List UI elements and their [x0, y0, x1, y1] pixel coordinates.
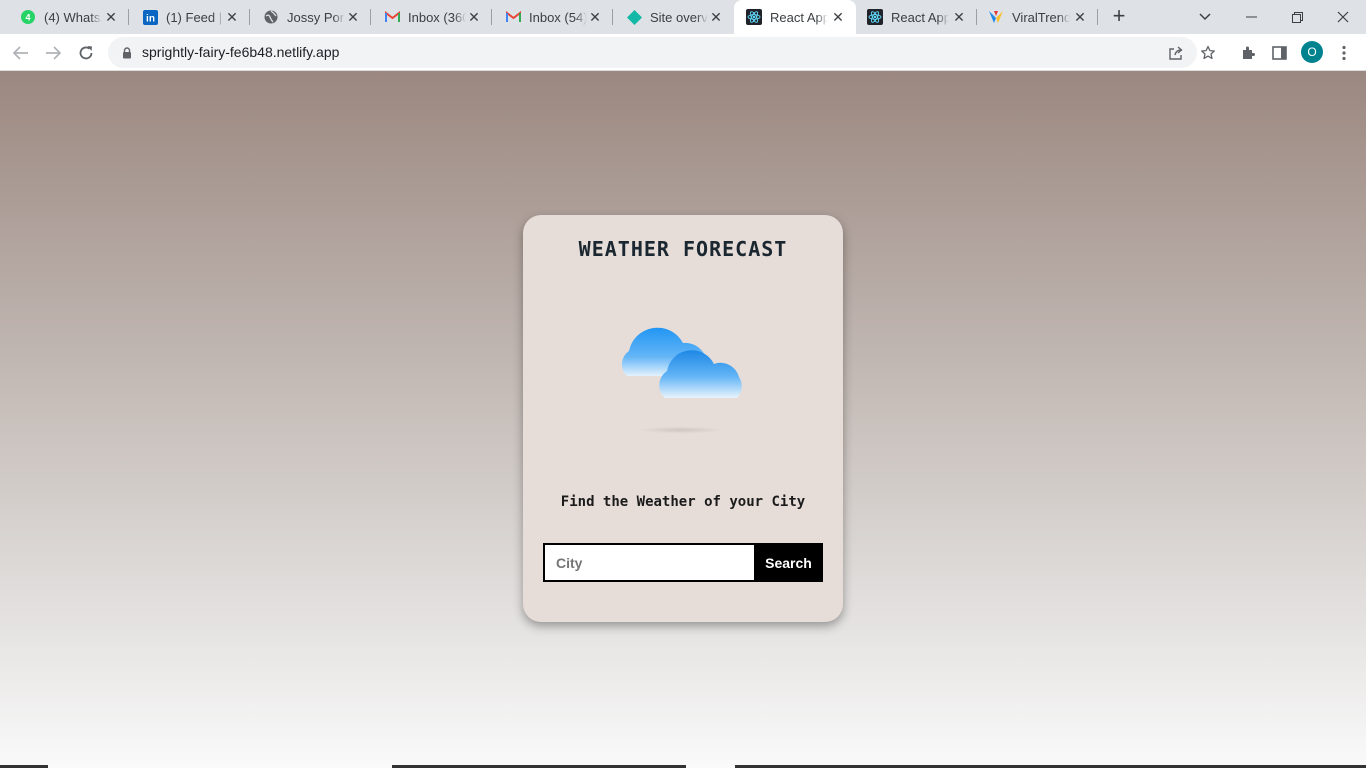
lock-icon[interactable]	[122, 46, 132, 64]
new-tab-button[interactable]: +	[1108, 5, 1130, 28]
close-tab-icon[interactable]: ✕	[466, 9, 482, 25]
address-bar[interactable]: sprightly-fairy-fe6b48.netlify.app	[108, 37, 1197, 68]
tab-inbox-1[interactable]: Inbox (360) ✕	[371, 0, 492, 34]
reload-button[interactable]	[73, 40, 99, 66]
city-input[interactable]	[543, 543, 754, 582]
tab-site-overview[interactable]: Site overview ✕	[613, 0, 734, 34]
forward-button[interactable]	[40, 40, 66, 66]
close-tab-icon[interactable]: ✕	[345, 9, 361, 25]
close-tab-icon[interactable]: ✕	[708, 9, 724, 25]
react-icon	[746, 9, 762, 25]
react-icon	[867, 9, 883, 25]
tab-linkedin[interactable]: in (1) Feed | LinkedIn ✕	[129, 0, 250, 34]
close-tab-icon[interactable]: ✕	[103, 9, 119, 25]
close-tab-icon[interactable]: ✕	[224, 9, 240, 25]
tab-inbox-2[interactable]: Inbox (54) ✕	[492, 0, 613, 34]
tab-title: Site overview	[650, 9, 708, 25]
gmail-icon	[505, 9, 521, 25]
tab-title: (1) Feed | LinkedIn	[166, 9, 224, 25]
tab-title: Jossy Portfolio	[287, 9, 345, 25]
whatsapp-icon: 4	[20, 9, 36, 25]
svg-text:in: in	[146, 13, 155, 24]
tab-title: Inbox (360)	[408, 9, 466, 25]
tab-title: Inbox (54)	[529, 9, 587, 25]
viraltrend-icon	[988, 9, 1004, 25]
tab-strip: 4 (4) WhatsApp ✕ in (1) Feed | LinkedIn …	[0, 0, 1366, 34]
profile-avatar[interactable]: O	[1301, 41, 1323, 63]
close-tab-icon[interactable]: ✕	[830, 9, 846, 25]
tab-react-app-active[interactable]: React App ✕	[734, 0, 856, 34]
app-title: WEATHER FORECAST	[578, 237, 788, 261]
linkedin-icon: in	[142, 9, 158, 25]
tab-viraltrend[interactable]: ViralTrend ✕	[977, 0, 1098, 34]
page-background: WEATHER FORECAST Find the Weather of you…	[0, 71, 1366, 768]
bookmark-star-icon[interactable]	[1197, 42, 1219, 64]
close-tab-icon[interactable]: ✕	[587, 9, 603, 25]
close-tab-icon[interactable]: ✕	[1072, 9, 1088, 25]
close-window-button[interactable]	[1320, 0, 1366, 34]
url-text: sprightly-fairy-fe6b48.netlify.app	[142, 44, 340, 60]
tab-title: React App	[891, 9, 949, 25]
share-icon[interactable]	[1166, 43, 1186, 63]
restore-button[interactable]	[1274, 0, 1320, 34]
tab-separator	[1097, 9, 1098, 25]
netlify-icon	[626, 9, 642, 25]
tab-title: (4) WhatsApp	[44, 9, 102, 25]
search-form: Search	[543, 543, 823, 582]
menu-dots-icon[interactable]	[1333, 42, 1355, 64]
subtitle: Find the Weather of your City	[560, 494, 806, 510]
extensions-icon[interactable]	[1237, 42, 1259, 64]
tab-search-icon[interactable]	[1182, 0, 1228, 34]
svg-text:4: 4	[25, 13, 30, 23]
tab-title: React App	[770, 9, 828, 25]
weather-card: WEATHER FORECAST Find the Weather of you…	[523, 215, 843, 622]
browser-toolbar: sprightly-fairy-fe6b48.netlify.app O	[0, 34, 1366, 71]
tab-react-app[interactable]: React App ✕	[856, 0, 977, 34]
cloud-icon	[609, 307, 759, 437]
minimize-button[interactable]	[1228, 0, 1274, 34]
search-button[interactable]: Search	[754, 543, 823, 582]
tab-portfolio[interactable]: Jossy Portfolio ✕	[250, 0, 371, 34]
tab-title: ViralTrend	[1012, 9, 1070, 25]
back-button[interactable]	[8, 40, 34, 66]
close-tab-icon[interactable]: ✕	[951, 9, 967, 25]
side-panel-icon[interactable]	[1268, 42, 1290, 64]
globe-icon	[263, 9, 279, 25]
gmail-icon	[384, 9, 400, 25]
tab-whatsapp[interactable]: 4 (4) WhatsApp ✕	[0, 0, 129, 34]
